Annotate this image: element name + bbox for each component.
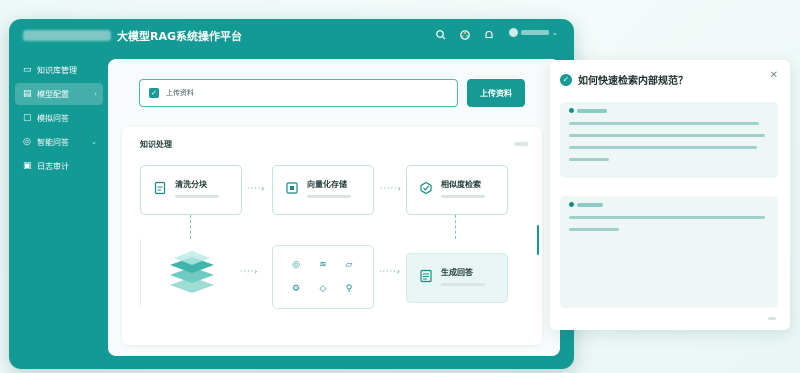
user-menu[interactable]: ⌄ [509, 28, 558, 37]
logo [23, 30, 111, 41]
check-icon: ✓ [149, 88, 159, 98]
sidebar-item-log-audit[interactable]: ▣ 日志审计 [15, 155, 103, 177]
sidebar-item-model-config[interactable]: ▤ 模型配置 › [15, 83, 103, 105]
answer-section [560, 102, 778, 178]
bell-icon[interactable] [483, 29, 495, 41]
panel-footer [768, 317, 776, 320]
flow-arrow: ·····› [380, 184, 402, 193]
log-icon: ▣ [23, 161, 32, 171]
stack-icon[interactable]: ≋ [317, 259, 329, 271]
processing-tools-panel: ◎ ≋ ▱ ⚙ ◇ ⚲ [272, 245, 374, 309]
upload-button[interactable]: 上传资料 [467, 79, 525, 107]
compass-icon[interactable]: ◎ [290, 259, 302, 271]
panel-header: ✓ 如何快速检索内部规范？ [560, 72, 688, 87]
chevron-down-icon: ⌄ [91, 138, 97, 146]
node-generate-answer[interactable]: 生成回答 [406, 253, 508, 303]
text-line [569, 146, 757, 149]
search-icon[interactable] [435, 29, 447, 41]
node-label: 清洗分块 [175, 180, 207, 189]
pin-icon [569, 202, 574, 207]
sidebar-item-sim-qa[interactable]: ▢ 模拟问答 [15, 107, 103, 129]
flow-connector [190, 215, 191, 239]
answer-panel: ✓ 如何快速检索内部规范？ ✕ [550, 60, 790, 330]
section-heading [569, 108, 607, 113]
app-title: 大模型RAG系统操作平台 [117, 30, 243, 43]
process-title: 知识处理 [140, 140, 172, 149]
upload-field-label: 上传资料 [166, 89, 194, 97]
flow-arrow: ····› [240, 267, 259, 276]
node-label: 生成回答 [441, 268, 473, 277]
sidebar-item-smart-qa[interactable]: ◎ 智能问答 ⌄ [15, 131, 103, 153]
file-icon [153, 181, 167, 195]
sidebar-item-label: 模型配置 [37, 89, 69, 99]
sidebar-item-label: 日志审计 [37, 161, 69, 171]
person-icon[interactable]: ⚲ [343, 283, 355, 295]
answer-icon [419, 269, 433, 283]
page-icon[interactable]: ▱ [343, 259, 355, 271]
user-icon [509, 28, 518, 37]
chevron-down-icon: ⌄ [552, 28, 558, 37]
source-section [560, 196, 778, 308]
palette-icon[interactable] [459, 29, 471, 41]
layers-small-icon[interactable]: ◇ [317, 283, 329, 295]
sidebar-item-label: 智能问答 [37, 137, 69, 147]
node-vector-store[interactable]: 向量化存储 [272, 165, 374, 215]
text-line [569, 158, 609, 161]
close-icon[interactable]: ✕ [770, 70, 778, 81]
help-icon: ◎ [23, 137, 31, 147]
flow-connector [455, 215, 456, 239]
frame-line [140, 239, 141, 307]
check-circle-icon: ✓ [560, 73, 572, 86]
database-icon [285, 181, 299, 195]
node-subtitle [441, 195, 485, 198]
sidebar-item-label: 模拟问答 [37, 113, 69, 123]
main-content: ✓ 上传资料 上传资料 知识处理 清洗分块 ····› 向量化存储 ·····›… [108, 59, 560, 356]
node-label: 向量化存储 [307, 180, 347, 189]
node-clean-chunk[interactable]: 清洗分块 [140, 165, 242, 215]
text-line [569, 122, 759, 125]
process-card: 知识处理 清洗分块 ····› 向量化存储 ·····› 相似度检索 ····›… [122, 127, 542, 345]
document-icon: ▤ [23, 89, 32, 99]
upload-field[interactable]: ✓ 上传资料 [139, 79, 458, 107]
node-label: 相似度检索 [441, 180, 481, 189]
book-icon: ▭ [23, 65, 32, 75]
chevron-right-icon: › [94, 90, 97, 98]
node-subtitle [307, 195, 351, 198]
panel-title: 如何快速检索内部规范？ [578, 76, 688, 87]
cube-icon [419, 181, 433, 195]
top-bar: 大模型RAG系统操作平台 ⌄ [9, 19, 574, 53]
sidebar-item-label: 知识库管理 [37, 65, 77, 75]
card-tag [514, 142, 528, 146]
node-similarity-search[interactable]: 相似度检索 [406, 165, 508, 215]
app-window: 大模型RAG系统操作平台 ⌄ ▭ 知识库管理 ▤ 模型配置 › ▢ 模拟问答 ◎… [9, 19, 574, 369]
section-heading [569, 202, 603, 207]
sidebar-item-knowledge-base[interactable]: ▭ 知识库管理 [15, 59, 103, 81]
text-line [569, 216, 765, 219]
text-line [569, 134, 765, 137]
gear-icon[interactable]: ⚙ [290, 283, 302, 295]
flow-arrow: ····› [247, 184, 266, 193]
scrollbar[interactable] [537, 225, 539, 255]
chat-icon: ▢ [23, 113, 32, 123]
layers-icon [162, 249, 222, 295]
node-subtitle [175, 195, 219, 198]
flow-arrow: ·····› [379, 267, 401, 276]
pin-icon [569, 108, 574, 113]
text-line [569, 228, 619, 231]
user-name [521, 30, 549, 35]
node-subtitle [441, 283, 485, 286]
